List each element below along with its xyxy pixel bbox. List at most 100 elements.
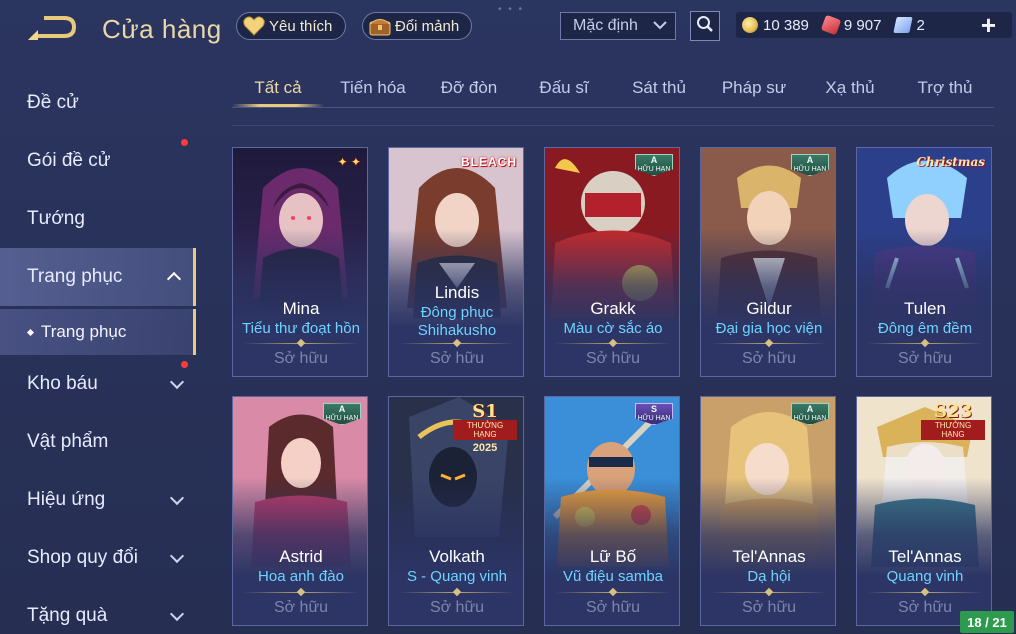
hero-name: Mina (282, 299, 320, 318)
divider (867, 587, 983, 597)
ownership-status: Sở hữu (897, 350, 953, 367)
sort-selected-value: Mặc định (573, 17, 638, 34)
top-bar: Cửa hàng Yêu thích Đổi mảnh • • • Mặc đị… (0, 0, 1016, 56)
divider (399, 338, 515, 348)
skin-card[interactable]: A HỮU HẠN Grakk Màu cờ sắc áo Sở hữu (544, 147, 680, 377)
chevron-down-icon (169, 548, 185, 564)
skin-card[interactable]: Christmas Tulen Đông êm đềm Sở hữu (856, 147, 992, 377)
chevron-down-icon (169, 490, 185, 506)
christmas-badge: Christmas (916, 155, 985, 169)
skin-name: Đông phục Shihakusho (417, 304, 497, 339)
skin-name: Quang vinh (886, 568, 964, 585)
ownership-status: Sở hữu (741, 350, 797, 367)
skin-name: Màu cờ sắc áo (563, 320, 663, 337)
ownership-status: Sở hữu (429, 599, 485, 616)
chevron-down-icon (653, 17, 667, 35)
hero-name: Lữ Bố (589, 547, 637, 566)
divider (243, 338, 359, 348)
skin-name: Đông êm đềm (877, 320, 973, 337)
tab-all[interactable]: Tất cả (230, 78, 326, 98)
page-title: Cửa hàng (102, 14, 222, 44)
skin-name: S - Quang vinh (406, 568, 508, 585)
skin-card[interactable]: ✦ ✦ Mina Tiểu thư đoạt hồn Sở hữu (232, 147, 368, 377)
tab-evolution[interactable]: Tiến hóa (325, 78, 421, 98)
search-button[interactable] (690, 11, 720, 41)
sidebar-item-gifts[interactable]: Tặng quà (0, 587, 196, 634)
sidebar-item-items[interactable]: Vật phẩm (0, 413, 196, 471)
sidebar-item-heroes[interactable]: Tướng (0, 190, 196, 248)
skin-name: Dạ hội (747, 568, 791, 585)
red-gem-icon (820, 14, 842, 36)
back-arrow-icon[interactable] (24, 14, 80, 44)
season-rank-badge: S1 THƯỞNG HẠNG 2025 (453, 401, 517, 454)
voucher-balance: 2 (893, 17, 925, 34)
sidebar-item-treasure[interactable]: Kho báu (0, 355, 196, 413)
divider (555, 338, 671, 348)
add-currency-button[interactable]: + (981, 10, 996, 41)
divider (243, 587, 359, 597)
divider (867, 338, 983, 348)
season-rank-badge: S23 THƯỞNG HẠNG (921, 401, 985, 442)
skin-card[interactable]: S23 THƯỞNG HẠNG Tel'Annas Quang vinh Sở … (856, 396, 992, 626)
notification-dot (181, 139, 188, 146)
chevron-down-icon (169, 606, 185, 622)
tab-support[interactable]: Trợ thủ (897, 78, 993, 98)
divider (555, 587, 671, 597)
hero-name: Grakk (590, 299, 636, 318)
hero-name: Tel'Annas (888, 547, 962, 566)
bullet-icon (26, 328, 35, 336)
tab-fighter[interactable]: Đấu sĩ (516, 78, 612, 98)
sidebar-subitem-skins[interactable]: Trang phục (0, 309, 196, 355)
treasure-chest-icon (367, 15, 393, 37)
page-counter: 18 / 21 (960, 611, 1014, 633)
skin-name: Vũ điệu samba (562, 568, 664, 585)
notification-dot (181, 361, 188, 368)
sort-dropdown[interactable]: Mặc định (560, 12, 676, 40)
chevron-down-icon (169, 374, 185, 390)
shard-exchange-button[interactable]: Đổi mảnh (362, 12, 472, 40)
tab-marksman[interactable]: Xạ thủ (802, 78, 898, 98)
skin-card[interactable]: A HỮU HẠN Gildur Đại gia học viện Sở hữu (700, 147, 836, 377)
search-icon (696, 15, 714, 38)
skin-card[interactable]: BLEACH Lindis Đông phục Shihakusho Sở hữ… (388, 147, 524, 377)
tab-tank[interactable]: Đỡ đòn (421, 78, 517, 98)
bleach-badge: BLEACH (461, 155, 517, 169)
tab-assassin[interactable]: Sát thủ (611, 78, 707, 98)
sidebar-item-bundles[interactable]: Gói đề cử (0, 132, 196, 190)
hero-name: Gildur (746, 299, 792, 318)
hero-name: Astrid (279, 547, 323, 566)
hero-name: Lindis (434, 283, 480, 302)
drag-handle-icon: • • • (498, 4, 525, 15)
currency-bar: 10 389 9 907 2 + (736, 10, 1012, 41)
hero-name: Tel'Annas (732, 547, 806, 566)
voucher-icon (893, 17, 914, 33)
sidebar: Đề cử Gói đề cử Tướng Trang phục Trang p… (0, 74, 198, 634)
ownership-status: Sở hữu (273, 599, 329, 616)
category-tabs: Tất cả Tiến hóa Đỡ đòn Đấu sĩ Sát thủ Ph… (232, 70, 994, 108)
hero-name: Tulen (904, 299, 946, 318)
favorites-label: Yêu thích (269, 17, 333, 35)
divider (232, 125, 994, 126)
shard-exchange-label: Đổi mảnh (395, 17, 460, 35)
skin-name: Hoa anh đào (258, 568, 344, 585)
sidebar-item-effects[interactable]: Hiệu ứng (0, 471, 196, 529)
tab-mage[interactable]: Pháp sư (706, 78, 802, 98)
ownership-status: Sở hữu (741, 599, 797, 616)
skin-name: Tiểu thư đoạt hồn (242, 320, 360, 337)
skin-card[interactable]: A HỮU HẠN Tel'Annas Dạ hội Sở hữu (700, 396, 836, 626)
divider (711, 587, 827, 597)
sidebar-item-featured[interactable]: Đề cử (0, 74, 196, 132)
favorites-button[interactable]: Yêu thích (236, 12, 346, 40)
ownership-status: Sở hữu (273, 350, 329, 367)
skin-card[interactable]: S HỮU HẠN Lữ Bố Vũ điệu samba Sở hữu (544, 396, 680, 626)
skin-card[interactable]: A HỮU HẠN Astrid Hoa anh đào Sở hữu (232, 396, 368, 626)
skin-card[interactable]: S1 THƯỞNG HẠNG 2025 Volkath S - Quang vi… (388, 396, 524, 626)
gold-balance: 10 389 (742, 17, 809, 34)
ownership-status: Sở hữu (585, 350, 641, 367)
skin-name: Đại gia học viện (715, 320, 823, 337)
sidebar-item-skins[interactable]: Trang phục (0, 248, 196, 306)
sidebar-item-exchange-shop[interactable]: Shop quy đổi (0, 529, 196, 587)
gold-coin-icon (742, 17, 758, 33)
active-tab-indicator (232, 104, 324, 107)
hero-name: Volkath (429, 547, 485, 566)
